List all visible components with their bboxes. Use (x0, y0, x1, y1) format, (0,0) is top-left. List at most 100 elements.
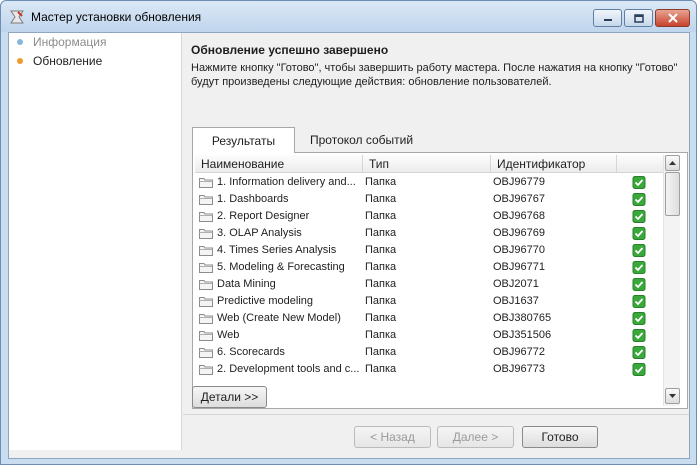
arrow-up-icon (669, 161, 676, 165)
cell-name: 4. Times Series Analysis (199, 242, 361, 259)
folder-icon (199, 280, 213, 290)
row-name: 2. Development tools and c... (217, 363, 360, 375)
table-row[interactable]: 5. Modeling & Forecasting Папка OBJ96771 (195, 259, 663, 276)
row-name: Web (Create New Model) (217, 312, 341, 324)
cell-type: Папка (365, 176, 397, 188)
table-header: Наименование Тип Идентификатор (195, 155, 663, 173)
table-row[interactable]: 2. Report Designer Папка OBJ96768 (195, 208, 663, 225)
check-icon (632, 346, 646, 359)
cell-id: OBJ96771 (493, 261, 545, 273)
cell-id: OBJ2071 (493, 278, 539, 290)
column-header-name[interactable]: Наименование (195, 155, 363, 173)
next-button[interactable]: Далее > (437, 426, 514, 448)
cell-id: OBJ96770 (493, 244, 545, 256)
page-title: Обновление успешно завершено (191, 43, 389, 57)
cell-type: Папка (365, 227, 397, 239)
row-name: Web (217, 329, 240, 341)
step-label: Информация (33, 35, 107, 49)
folder-icon (199, 178, 213, 188)
folder-icon (199, 297, 213, 307)
check-icon (632, 363, 646, 376)
tab-event-log[interactable]: Протокол событий (300, 127, 430, 153)
cell-name: Predictive modeling (199, 293, 361, 310)
cell-name: 2. Development tools and c... (199, 361, 361, 378)
column-header-type[interactable]: Тип (363, 155, 491, 173)
close-button[interactable] (655, 9, 690, 27)
scroll-up-button[interactable] (665, 155, 680, 171)
cell-type: Папка (365, 261, 397, 273)
wizard-client: Информация Обновление Обновление успешно… (8, 32, 690, 459)
folder-icon (199, 229, 213, 239)
scroll-thumb[interactable] (665, 172, 680, 216)
cell-name: Web (Create New Model) (199, 310, 361, 327)
table-row[interactable]: Web Папка OBJ351506 (195, 327, 663, 344)
cell-type: Папка (365, 210, 397, 222)
column-header-status[interactable] (617, 155, 663, 173)
check-icon (632, 261, 646, 274)
cell-type: Папка (365, 346, 397, 358)
table-row[interactable]: 3. OLAP Analysis Папка OBJ96769 (195, 225, 663, 242)
scroll-down-button[interactable] (665, 388, 680, 404)
step-dot-icon (17, 58, 23, 64)
check-icon (632, 244, 646, 257)
cell-name: 6. Scorecards (199, 344, 361, 361)
check-icon (632, 193, 646, 206)
arrow-down-icon (669, 394, 676, 398)
cell-id: OBJ96767 (493, 193, 545, 205)
cell-type: Папка (365, 193, 397, 205)
minimize-icon (603, 19, 612, 21)
cell-type: Папка (365, 295, 397, 307)
table-row[interactable]: 6. Scorecards Папка OBJ96772 (195, 344, 663, 361)
wizard-icon (10, 10, 24, 24)
cell-name: 1. Dashboards (199, 191, 361, 208)
step-update[interactable]: Обновление (9, 53, 102, 69)
folder-icon (199, 195, 213, 205)
back-button[interactable]: < Назад (354, 426, 431, 448)
details-button[interactable]: Детали >> (192, 386, 267, 408)
cell-name: Web (199, 327, 361, 344)
tab-results[interactable]: Результаты (192, 127, 295, 153)
minimize-button[interactable] (593, 9, 622, 27)
close-icon (667, 13, 678, 23)
row-name: 1. Information delivery and... (217, 176, 356, 188)
cell-name: 3. OLAP Analysis (199, 225, 361, 242)
table-row[interactable]: Data Mining Папка OBJ2071 (195, 276, 663, 293)
folder-icon (199, 263, 213, 273)
page-header: Обновление успешно завершено Нажмите кно… (183, 33, 689, 111)
table-row[interactable]: Predictive modeling Папка OBJ1637 (195, 293, 663, 310)
folder-icon (199, 246, 213, 256)
row-name: 5. Modeling & Forecasting (217, 261, 345, 273)
column-header-id[interactable]: Идентификатор (491, 155, 617, 173)
row-name: Data Mining (217, 278, 276, 290)
table-row[interactable]: Web (Create New Model) Папка OBJ380765 (195, 310, 663, 327)
folder-icon (199, 348, 213, 358)
table-row[interactable]: 1. Dashboards Папка OBJ96767 (195, 191, 663, 208)
steps-sidebar: Информация Обновление (9, 33, 182, 450)
row-name: Predictive modeling (217, 295, 313, 307)
table-row[interactable]: 2. Development tools and c... Папка OBJ967… (195, 361, 663, 378)
results-table: Наименование Тип Идентификатор 1. Inform… (195, 155, 663, 406)
cell-id: OBJ380765 (493, 312, 552, 324)
row-name: 6. Scorecards (217, 346, 285, 358)
cell-id: OBJ96779 (493, 176, 545, 188)
vertical-scrollbar[interactable] (663, 155, 680, 406)
wizard-window: Мастер установки обновления Информация О… (0, 0, 697, 465)
cell-type: Папка (365, 244, 397, 256)
check-icon (632, 295, 646, 308)
title-bar[interactable]: Мастер установки обновления (1, 1, 696, 32)
step-information[interactable]: Информация (9, 34, 106, 50)
folder-icon (199, 331, 213, 341)
check-icon (632, 227, 646, 240)
page-description: Нажмите кнопку "Готово", чтобы завершить… (191, 62, 678, 88)
footer-divider (183, 414, 689, 415)
cell-id: OBJ96769 (493, 227, 545, 239)
table-row[interactable]: 4. Times Series Analysis Папка OBJ96770 (195, 242, 663, 259)
table-row[interactable]: 1. Information delivery and... Папка OBJ96… (195, 174, 663, 191)
maximize-button[interactable] (624, 9, 653, 27)
cell-name: 1. Information delivery and... (199, 174, 361, 191)
cell-type: Папка (365, 363, 397, 375)
folder-icon (199, 365, 213, 375)
check-icon (632, 278, 646, 291)
check-icon (632, 329, 646, 342)
finish-button[interactable]: Готово (522, 426, 598, 448)
